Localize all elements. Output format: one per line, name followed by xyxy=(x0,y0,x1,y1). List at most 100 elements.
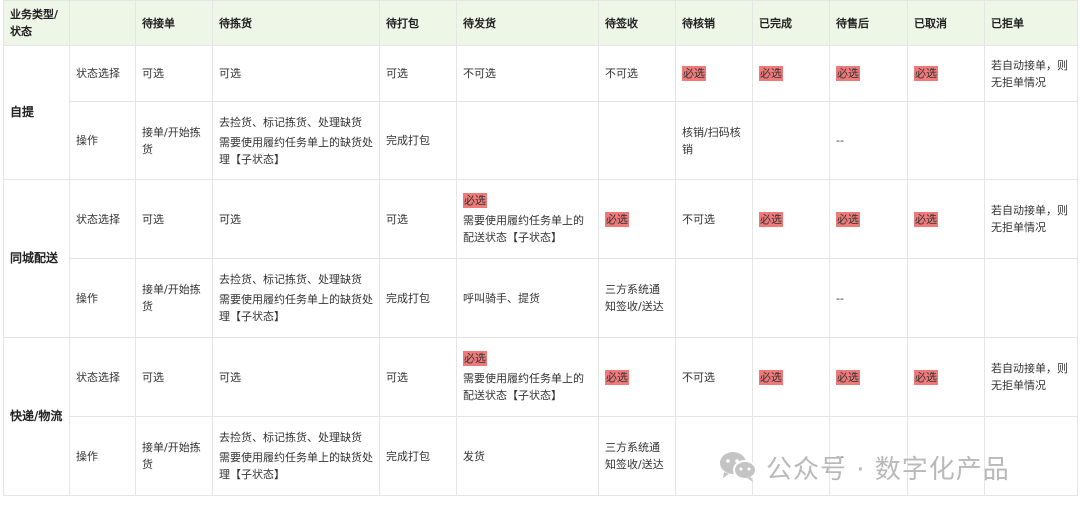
op-text: 去捡货、标记拣货、处理缺货 xyxy=(219,431,362,444)
op-cell: 接单/开始拣货 xyxy=(135,416,213,496)
status-cell: 必选 需要使用履约任务单上的配送状态【子状态】 xyxy=(456,337,599,417)
op-cell xyxy=(675,258,753,338)
wechat-icon xyxy=(718,450,758,484)
row-label: 操作 xyxy=(69,101,136,180)
status-cell: 必选 xyxy=(598,337,676,417)
op-text: 去捡货、标记拣货、处理缺货 xyxy=(219,115,362,129)
biz-type-cell: 自提 xyxy=(3,45,70,180)
op-cell: 呼叫骑手、提货 xyxy=(456,258,599,338)
op-cell: -- xyxy=(829,258,908,338)
op-cell xyxy=(984,258,1078,338)
status-cell: 必选 xyxy=(907,45,985,102)
required-badge: 必选 xyxy=(759,211,783,227)
required-badge: 必选 xyxy=(463,193,487,208)
op-cell xyxy=(752,101,830,180)
required-badge: 必选 xyxy=(759,369,783,385)
status-cell: 必选 xyxy=(752,45,830,102)
op-cell: 接单/开始拣货 xyxy=(135,258,213,338)
op-cell: -- xyxy=(829,101,908,180)
required-badge: 必选 xyxy=(914,369,938,385)
op-cell: 三方系统通知签收/送达 xyxy=(598,258,676,338)
status-cell: 必选 xyxy=(829,179,908,259)
required-badge: 必选 xyxy=(759,66,783,81)
op-cell: 去捡货、标记拣货、处理缺货 需要使用履约任务单上的缺货处理【子状态】 xyxy=(212,416,380,496)
status-cell: 不可选 xyxy=(675,337,753,417)
op-cell xyxy=(984,101,1078,180)
status-cell: 必选 xyxy=(752,179,830,259)
dash-text: -- xyxy=(836,291,844,305)
status-cell: 必选 xyxy=(829,45,908,102)
header-pending-pick: 待拣货 xyxy=(212,0,380,46)
status-cell: 必选 xyxy=(907,179,985,259)
table-row: 操作 接单/开始拣货 去捡货、标记拣货、处理缺货 需要使用履约任务单上的缺货处理… xyxy=(4,101,1078,180)
header-rejected: 已拒单 xyxy=(984,0,1078,46)
status-cell: 可选 xyxy=(212,45,380,102)
header-completed: 已完成 xyxy=(752,0,830,46)
status-cell: 不可选 xyxy=(598,45,676,102)
required-badge: 必选 xyxy=(914,211,938,227)
header-blank xyxy=(69,0,136,46)
row-label: 状态选择 xyxy=(69,45,136,102)
status-cell: 必选 xyxy=(752,337,830,417)
op-text: 需要使用履约任务单上的缺货处理【子状态】 xyxy=(219,135,373,166)
dash-text: -- xyxy=(836,134,844,147)
status-cell: 可选 xyxy=(135,179,213,259)
header-pending-ship: 待发货 xyxy=(456,0,599,46)
op-cell: 去捡货、标记拣货、处理缺货 需要使用履约任务单上的缺货处理【子状态】 xyxy=(212,258,380,338)
required-badge: 必选 xyxy=(836,211,860,227)
required-badge: 必选 xyxy=(836,66,860,81)
watermark: 公众号 · 数字化产品 xyxy=(718,446,1010,488)
table-row: 快递/物流 状态选择 可选 可选 可选 必选 需要使用履约任务单上的配送状态【子… xyxy=(3,337,1078,496)
status-cell: 不可选 xyxy=(675,179,753,259)
header-after-sale: 待售后 xyxy=(829,0,908,46)
header-pending-pack: 待打包 xyxy=(379,0,457,46)
status-cell: 可选 xyxy=(379,179,457,259)
op-cell xyxy=(907,101,985,180)
status-cell: 若自动接单，则无拒单情况 xyxy=(984,45,1078,102)
watermark-text: 公众号 · 数字化产品 xyxy=(766,454,1010,485)
row-label: 操作 xyxy=(69,416,136,496)
status-cell: 可选 xyxy=(212,337,380,417)
row-label: 操作 xyxy=(69,258,136,338)
required-badge: 必选 xyxy=(836,369,860,385)
op-text: 需要使用履约任务单上的缺货处理【子状态】 xyxy=(219,293,373,323)
header-pending-accept: 待接单 xyxy=(135,0,213,46)
biz-type-cell: 同城配送 xyxy=(3,179,70,338)
table-row: 自提 状态选择 可选 可选 可选 不可选 不可选 必选 必选 必选 必选 若自动… xyxy=(3,45,1078,180)
status-cell: 必选 xyxy=(829,337,908,417)
required-badge: 必选 xyxy=(605,369,629,385)
table-row: 同城配送 状态选择 可选 可选 可选 必选 需要使用履约任务单上的配送状态【子状… xyxy=(3,179,1078,338)
status-cell: 可选 xyxy=(379,337,457,417)
op-cell: 发货 xyxy=(456,416,599,496)
status-cell: 可选 xyxy=(135,45,213,102)
required-badge: 必选 xyxy=(605,211,629,227)
op-cell: 去捡货、标记拣货、处理缺货 需要使用履约任务单上的缺货处理【子状态】 xyxy=(212,101,380,180)
status-cell: 若自动接单，则无拒单情况 xyxy=(984,179,1078,259)
op-cell: 核销/扫码核销 xyxy=(675,101,753,180)
row-label: 状态选择 xyxy=(69,179,136,259)
biz-type-cell: 快递/物流 xyxy=(3,337,70,496)
op-text: 需要使用履约任务单上的缺货处理【子状态】 xyxy=(219,451,373,481)
status-cell: 可选 xyxy=(135,337,213,417)
table-row: 操作 接单/开始拣货 去捡货、标记拣货、处理缺货 需要使用履约任务单上的缺货处理… xyxy=(4,258,1078,338)
status-cell: 必选 xyxy=(598,179,676,259)
status-matrix-table: 业务类型/状态 待接单 待拣货 待打包 待发货 待签收 待核销 已完成 待售后 … xyxy=(3,0,1078,496)
status-cell: 可选 xyxy=(379,45,457,102)
required-badge: 必选 xyxy=(682,66,706,81)
op-cell: 接单/开始拣货 xyxy=(135,101,213,180)
required-badge: 必选 xyxy=(463,351,487,366)
ship-note: 需要使用履约任务单上的配送状态【子状态】 xyxy=(463,214,584,244)
op-cell xyxy=(598,101,676,180)
status-cell: 必选 需要使用履约任务单上的配送状态【子状态】 xyxy=(456,179,599,259)
op-cell: 完成打包 xyxy=(379,258,457,338)
op-cell xyxy=(907,258,985,338)
table-header-row: 业务类型/状态 待接单 待拣货 待打包 待发货 待签收 待核销 已完成 待售后 … xyxy=(3,0,1078,46)
status-cell: 必选 xyxy=(675,45,753,102)
status-cell: 必选 xyxy=(907,337,985,417)
op-cell xyxy=(456,101,599,180)
status-cell: 若自动接单，则无拒单情况 xyxy=(984,337,1078,417)
header-cancelled: 已取消 xyxy=(907,0,985,46)
header-pending-sign: 待签收 xyxy=(598,0,676,46)
ship-note: 需要使用履约任务单上的配送状态【子状态】 xyxy=(463,372,584,402)
op-cell xyxy=(752,258,830,338)
